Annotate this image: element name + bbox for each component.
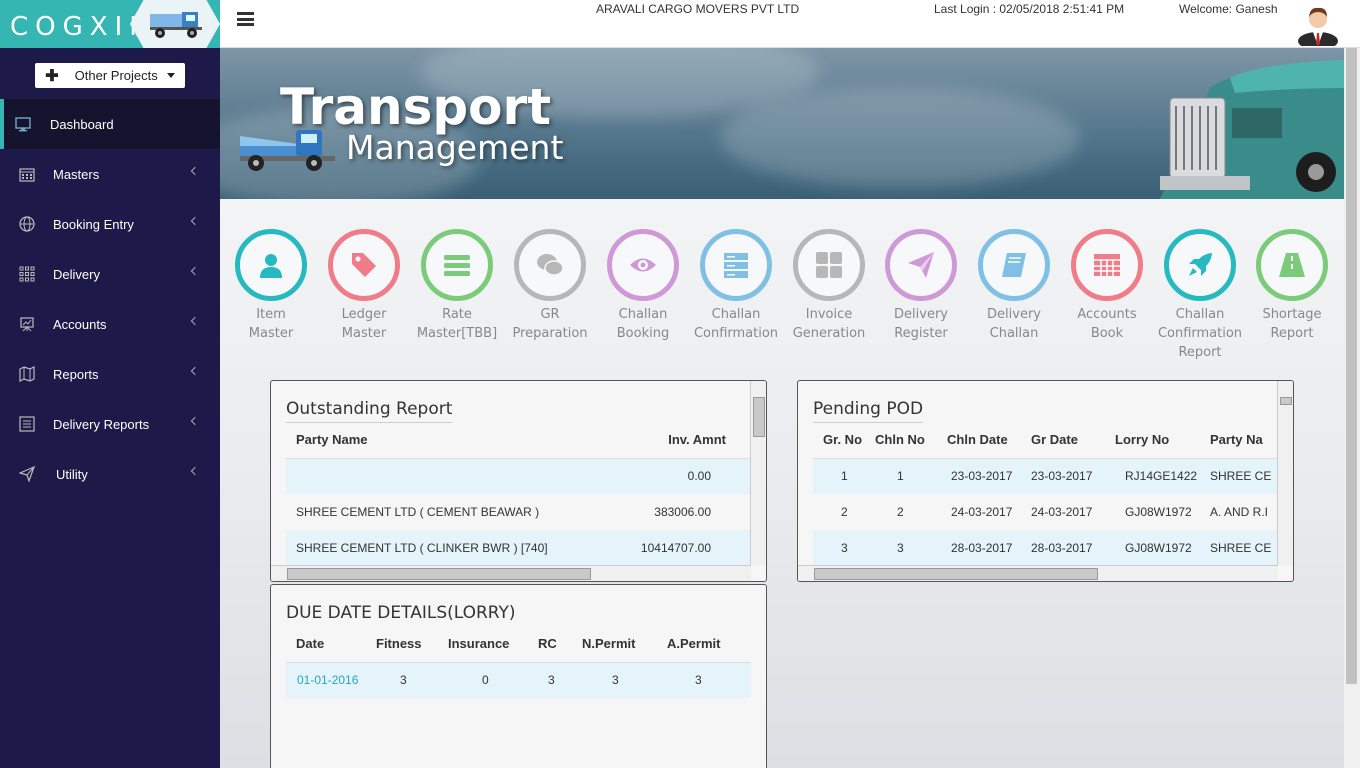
tile-label: Challan Booking	[616, 307, 670, 341]
quick-link-tile[interactable]: Challan Confirmation	[690, 229, 782, 343]
chevron-left-icon	[190, 466, 200, 476]
globe-icon	[18, 215, 36, 233]
table-row[interactable]: SHREE CEMENT LTD ( CEMENT BEAWAR ) 38300…	[286, 494, 751, 530]
due-date-panel: DUE DATE DETAILS(LORRY) Date Fitness Ins…	[270, 584, 767, 768]
table-row[interactable]: SHREE CEMENT LTD ( CLINKER BWR ) [740] 1…	[286, 530, 751, 565]
sidebar-item-booking-entry[interactable]: Booking Entry	[0, 199, 220, 249]
banner-subtitle: Management	[346, 128, 564, 167]
table-row[interactable]: 1 1 23-03-2017 23-03-2017 RJ14GE1422 SHR…	[813, 458, 1278, 494]
table-icon	[1071, 229, 1143, 301]
tile-label: GR Preparation	[512, 307, 588, 341]
table-row[interactable]: 3 3 28-03-2017 28-03-2017 GJ08W1972 SHRE…	[813, 530, 1278, 565]
user-icon	[235, 229, 307, 301]
tow-truck-icon	[150, 12, 202, 38]
tile-label: Rate Master[TBB]	[416, 307, 498, 341]
sidebar: COGXIM ✚ Other Projects Dashboard Master…	[0, 0, 220, 768]
road-icon	[1256, 229, 1328, 301]
outstanding-report-panel: Outstanding Report Party Name Inv. Amnt …	[270, 380, 767, 582]
last-login: Last Login : 02/05/2018 2:51:41 PM	[934, 2, 1125, 16]
semi-truck-image	[1160, 60, 1344, 199]
sidebar-item-masters[interactable]: Masters	[0, 149, 220, 199]
tile-label: Challan Confirmation Report	[1157, 307, 1243, 360]
tag-icon	[328, 229, 400, 301]
pending-pod-panel: Pending POD Gr. No Chln No Chln Date Gr …	[797, 380, 1294, 582]
tile-label: Ledger Master	[341, 307, 387, 341]
rocket-icon	[1164, 229, 1236, 301]
list-icon	[421, 229, 493, 301]
vertical-scrollbar[interactable]	[750, 381, 766, 565]
presentation-icon	[18, 315, 36, 333]
other-projects-button[interactable]: ✚ Other Projects	[35, 63, 185, 88]
plus-icon: ✚	[45, 67, 59, 85]
quick-link-tile[interactable]: Accounts Book	[1061, 229, 1153, 343]
list-icon	[18, 415, 36, 433]
tile-label: Challan Confirmation	[693, 307, 779, 341]
monitor-icon	[14, 115, 32, 133]
quick-link-tile[interactable]: Rate Master[TBB]	[411, 229, 503, 343]
chevron-left-icon	[190, 216, 200, 226]
quick-link-tile[interactable]: Item Master	[225, 229, 317, 343]
company-name: ARAVALI CARGO MOVERS PVT LTD	[596, 2, 800, 16]
tile-label: Delivery Register	[894, 307, 948, 341]
sidebar-item-delivery-reports[interactable]: Delivery Reports	[0, 399, 220, 449]
tile-label: Shortage Report	[1262, 307, 1322, 341]
chat-icon	[514, 229, 586, 301]
sidebar-item-accounts[interactable]: Accounts	[0, 299, 220, 349]
caret-down-icon	[166, 73, 175, 78]
quick-link-tile[interactable]: Delivery Challan	[968, 229, 1060, 343]
panel-title: Pending POD	[813, 399, 924, 423]
apps-icon	[793, 229, 865, 301]
panel-title: DUE DATE DETAILS(LORRY)	[286, 603, 516, 623]
paper-plane-icon	[885, 229, 957, 301]
outstanding-table: Party Name Inv. Amnt R 0.00 SHREE CEMENT…	[286, 422, 751, 565]
map-icon	[18, 365, 36, 383]
tile-label: Accounts Book	[1077, 307, 1137, 341]
send-icon	[18, 465, 36, 483]
tile-label: Invoice Generation	[792, 307, 866, 341]
page-scrollbar[interactable]	[1344, 48, 1360, 768]
quick-link-tile[interactable]: Invoice Generation	[783, 229, 875, 343]
avatar[interactable]	[1296, 2, 1340, 46]
chevron-left-icon	[190, 416, 200, 426]
pending-pod-table: Gr. No Chln No Chln Date Gr Date Lorry N…	[813, 422, 1278, 565]
grid-icon	[18, 265, 36, 283]
chevron-left-icon	[190, 266, 200, 276]
vertical-scrollbar[interactable]	[1277, 381, 1293, 565]
quick-link-tile[interactable]: Delivery Register	[875, 229, 967, 343]
menu-toggle-icon[interactable]	[237, 12, 254, 26]
table-row[interactable]: 0.00	[286, 458, 751, 494]
sidebar-item-reports[interactable]: Reports	[0, 349, 220, 399]
tile-label: Delivery Challan	[987, 307, 1041, 341]
table-row[interactable]: 2 2 24-03-2017 24-03-2017 GJ08W1972 A. A…	[813, 494, 1278, 530]
sidebar-item-dashboard[interactable]: Dashboard	[0, 99, 220, 149]
table-row[interactable]: 01-01-2016 3 0 3 3 3	[286, 662, 751, 698]
quick-link-tile[interactable]: GR Preparation	[504, 229, 596, 343]
horizontal-scrollbar[interactable]	[798, 565, 1278, 581]
sidebar-item-delivery[interactable]: Delivery	[0, 249, 220, 299]
book-icon	[978, 229, 1050, 301]
quick-link-tile[interactable]: Ledger Master	[318, 229, 410, 343]
server-icon	[700, 229, 772, 301]
tile-label: Item Master	[248, 307, 294, 341]
logo-area: COGXIM	[0, 0, 220, 48]
eye-icon	[607, 229, 679, 301]
quick-link-tile[interactable]: Challan Confirmation Report	[1154, 229, 1246, 362]
panel-title: Outstanding Report	[286, 399, 453, 423]
chevron-left-icon	[190, 316, 200, 326]
quick-link-tile[interactable]: Shortage Report	[1246, 229, 1338, 343]
chevron-left-icon	[190, 166, 200, 176]
banner: Transport Management	[220, 48, 1344, 199]
chevron-left-icon	[190, 366, 200, 376]
calendar-icon	[18, 165, 36, 183]
date-link[interactable]: 01-01-2016	[286, 662, 376, 698]
quick-link-tile[interactable]: Challan Booking	[597, 229, 689, 343]
sidebar-item-utility[interactable]: Utility	[0, 449, 220, 499]
welcome-text: Welcome: Ganesh	[1179, 2, 1278, 16]
horizontal-scrollbar[interactable]	[271, 565, 751, 581]
due-date-table: Date Fitness Insurance RC N.Permit A.Per…	[286, 626, 751, 698]
sidebar-nav: Dashboard Masters Booking Entry Delivery	[0, 99, 220, 499]
top-bar: ARAVALI CARGO MOVERS PVT LTD Last Login …	[220, 0, 1360, 48]
